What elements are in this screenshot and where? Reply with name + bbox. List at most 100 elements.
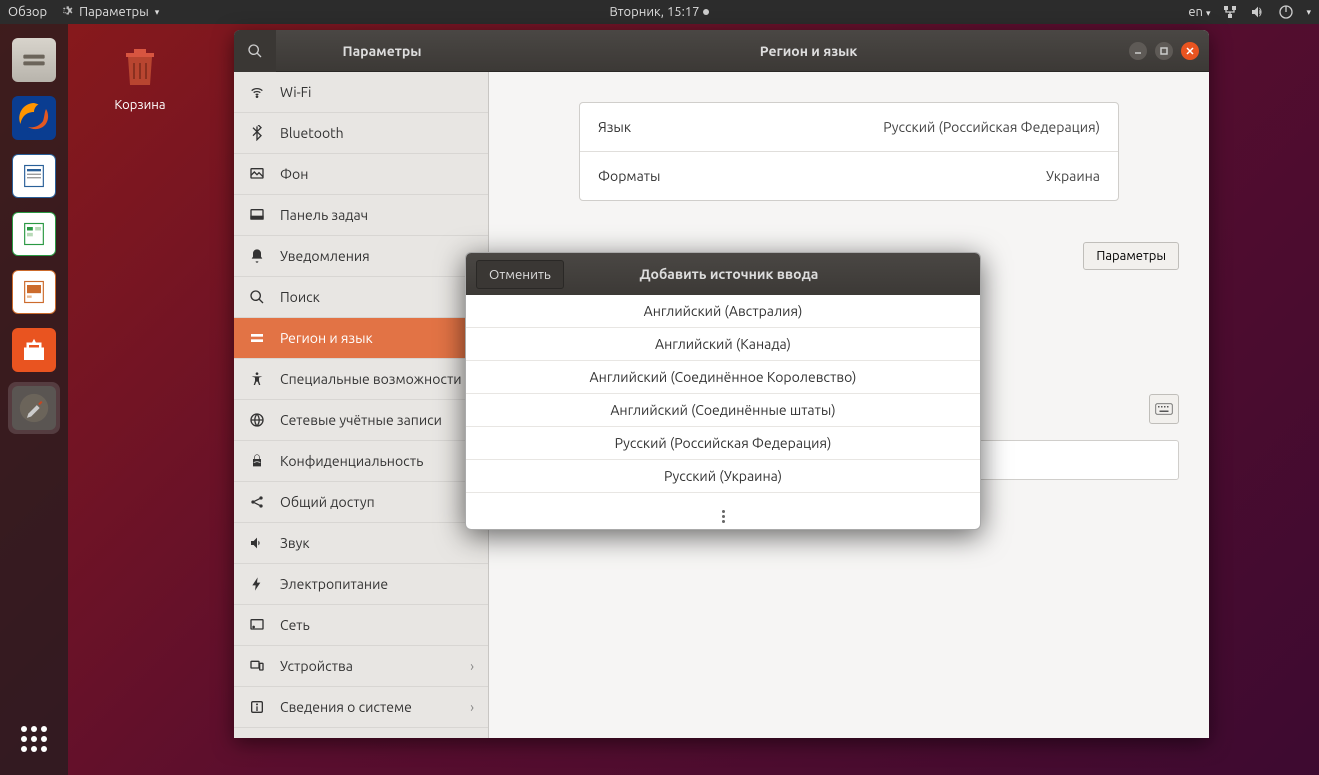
dock-firefox[interactable] bbox=[8, 92, 60, 144]
sidebar-item-devices[interactable]: Устройства› bbox=[234, 646, 488, 687]
power-icon[interactable] bbox=[1278, 4, 1294, 20]
firefox-icon bbox=[12, 96, 56, 140]
sidebar-item-dock[interactable]: Панель задач bbox=[234, 195, 488, 236]
search-icon bbox=[248, 289, 266, 305]
input-sources-params-button[interactable]: Параметры bbox=[1083, 242, 1179, 270]
dock-software[interactable] bbox=[8, 324, 60, 376]
dock-icon bbox=[248, 207, 266, 223]
sidebar-item-network[interactable]: Сеть bbox=[234, 605, 488, 646]
input-source-option[interactable]: Английский (Австралия) bbox=[466, 295, 980, 327]
chevron-down-icon: ▾ bbox=[155, 7, 160, 18]
sidebar-item-label: Устройства bbox=[280, 658, 353, 674]
dock-impress[interactable] bbox=[8, 266, 60, 318]
window-minimize-button[interactable] bbox=[1129, 42, 1147, 60]
window-titlebar: Параметры Регион и язык bbox=[234, 30, 1209, 72]
window-close-button[interactable] bbox=[1181, 42, 1199, 60]
clock-text: Вторник, 15:17 bbox=[610, 5, 700, 19]
input-source-list: Английский (Австралия)Английский (Канада… bbox=[466, 295, 980, 492]
sound-icon bbox=[248, 535, 266, 551]
language-row[interactable]: Язык Русский (Российская Федерация) bbox=[580, 103, 1118, 151]
sidebar-item-search[interactable]: Поиск bbox=[234, 277, 488, 318]
more-dots-icon bbox=[722, 510, 725, 523]
dialog-title: Добавить источник ввода bbox=[574, 266, 884, 282]
dock-files[interactable] bbox=[8, 34, 60, 86]
input-language-indicator[interactable]: en ▾ bbox=[1188, 5, 1210, 19]
background-icon bbox=[248, 166, 266, 182]
add-input-source-dialog: Отменить Добавить источник ввода Английс… bbox=[465, 252, 981, 530]
sidebar-item-label: Фон bbox=[280, 166, 308, 182]
accounts-icon bbox=[248, 412, 266, 428]
notification-dot-icon bbox=[703, 9, 709, 15]
dialog-cancel-button[interactable]: Отменить bbox=[476, 260, 564, 289]
formats-value: Украина bbox=[1046, 168, 1100, 184]
dock-settings[interactable] bbox=[8, 382, 60, 434]
sidebar-item-bell[interactable]: Уведомления bbox=[234, 236, 488, 277]
region-icon bbox=[248, 330, 266, 346]
dock bbox=[0, 24, 68, 775]
chevron-down-icon: ▾ bbox=[1306, 7, 1311, 18]
info-icon bbox=[248, 699, 266, 715]
dialog-titlebar: Отменить Добавить источник ввода bbox=[466, 253, 980, 295]
sidebar-item-label: Панель задач bbox=[280, 207, 368, 223]
devices-icon bbox=[248, 658, 266, 674]
network-icon[interactable] bbox=[1222, 4, 1238, 20]
sidebar-title: Параметры bbox=[276, 43, 488, 59]
search-icon bbox=[247, 43, 263, 59]
wifi-icon bbox=[248, 84, 266, 100]
sidebar-item-label: Сетевые учётные записи bbox=[280, 412, 442, 428]
desktop-trash[interactable]: Корзина bbox=[100, 40, 180, 112]
share-icon bbox=[248, 494, 266, 510]
privacy-icon bbox=[248, 453, 266, 469]
volume-icon[interactable] bbox=[1250, 4, 1266, 20]
settings-sidebar: Wi-Fi Bluetooth Фон Панель задач Уведомления… bbox=[234, 72, 489, 738]
input-source-option[interactable]: Английский (Канада) bbox=[466, 327, 980, 360]
network-icon bbox=[248, 617, 266, 633]
impress-icon bbox=[12, 270, 56, 314]
content-title: Регион и язык bbox=[488, 43, 1129, 59]
dialog-more-button[interactable] bbox=[466, 492, 980, 529]
app-menu[interactable]: Параметры ▾ bbox=[59, 4, 159, 21]
input-source-option[interactable]: Русский (Украина) bbox=[466, 459, 980, 492]
sidebar-item-region[interactable]: Регион и язык bbox=[234, 318, 488, 359]
sidebar-item-share[interactable]: Общий доступ bbox=[234, 482, 488, 523]
sidebar-item-accounts[interactable]: Сетевые учётные записи bbox=[234, 400, 488, 441]
dock-calc[interactable] bbox=[8, 208, 60, 260]
apps-grid-icon bbox=[21, 726, 47, 752]
sidebar-item-privacy[interactable]: Конфиденциальность bbox=[234, 441, 488, 482]
dock-show-apps[interactable] bbox=[8, 713, 60, 765]
formats-label: Форматы bbox=[598, 168, 660, 184]
settings-icon bbox=[12, 386, 56, 430]
dock-writer[interactable] bbox=[8, 150, 60, 202]
sidebar-item-info[interactable]: Сведения о системе› bbox=[234, 687, 488, 728]
formats-row[interactable]: Форматы Украина bbox=[580, 151, 1118, 200]
sidebar-item-label: Сведения о системе bbox=[280, 699, 412, 715]
trash-label: Корзина bbox=[100, 98, 180, 112]
sidebar-item-a11y[interactable]: Специальные возможности bbox=[234, 359, 488, 400]
input-source-option[interactable]: Английский (Соединённое Королевство) bbox=[466, 360, 980, 393]
bluetooth-icon bbox=[248, 125, 266, 141]
sidebar-item-label: Регион и язык bbox=[280, 330, 373, 346]
power-icon bbox=[248, 576, 266, 592]
keyboard-layout-button[interactable] bbox=[1149, 394, 1179, 424]
sidebar-item-label: Общий доступ bbox=[280, 494, 375, 510]
sidebar-item-label: Звук bbox=[280, 535, 310, 551]
sidebar-item-power[interactable]: Электропитание bbox=[234, 564, 488, 605]
header-search-button[interactable] bbox=[234, 30, 276, 72]
app-menu-label: Параметры bbox=[79, 5, 149, 19]
sidebar-item-label: Электропитание bbox=[280, 576, 388, 592]
writer-icon bbox=[12, 154, 56, 198]
input-source-option[interactable]: Английский (Соединённые штаты) bbox=[466, 393, 980, 426]
sidebar-item-label: Bluetooth bbox=[280, 125, 344, 141]
sidebar-item-label: Уведомления bbox=[280, 248, 370, 264]
chevron-down-icon: ▾ bbox=[1206, 8, 1211, 18]
sidebar-item-label: Сеть bbox=[280, 617, 310, 633]
window-maximize-button[interactable] bbox=[1155, 42, 1173, 60]
sidebar-item-bluetooth[interactable]: Bluetooth bbox=[234, 113, 488, 154]
sidebar-item-wifi[interactable]: Wi-Fi bbox=[234, 72, 488, 113]
sidebar-item-background[interactable]: Фон bbox=[234, 154, 488, 195]
activities-button[interactable]: Обзор bbox=[8, 5, 47, 19]
clock[interactable]: Вторник, 15:17 bbox=[610, 5, 710, 19]
sidebar-item-label: Wi-Fi bbox=[280, 84, 311, 100]
sidebar-item-sound[interactable]: Звук bbox=[234, 523, 488, 564]
input-source-option[interactable]: Русский (Российская Федерация) bbox=[466, 426, 980, 459]
